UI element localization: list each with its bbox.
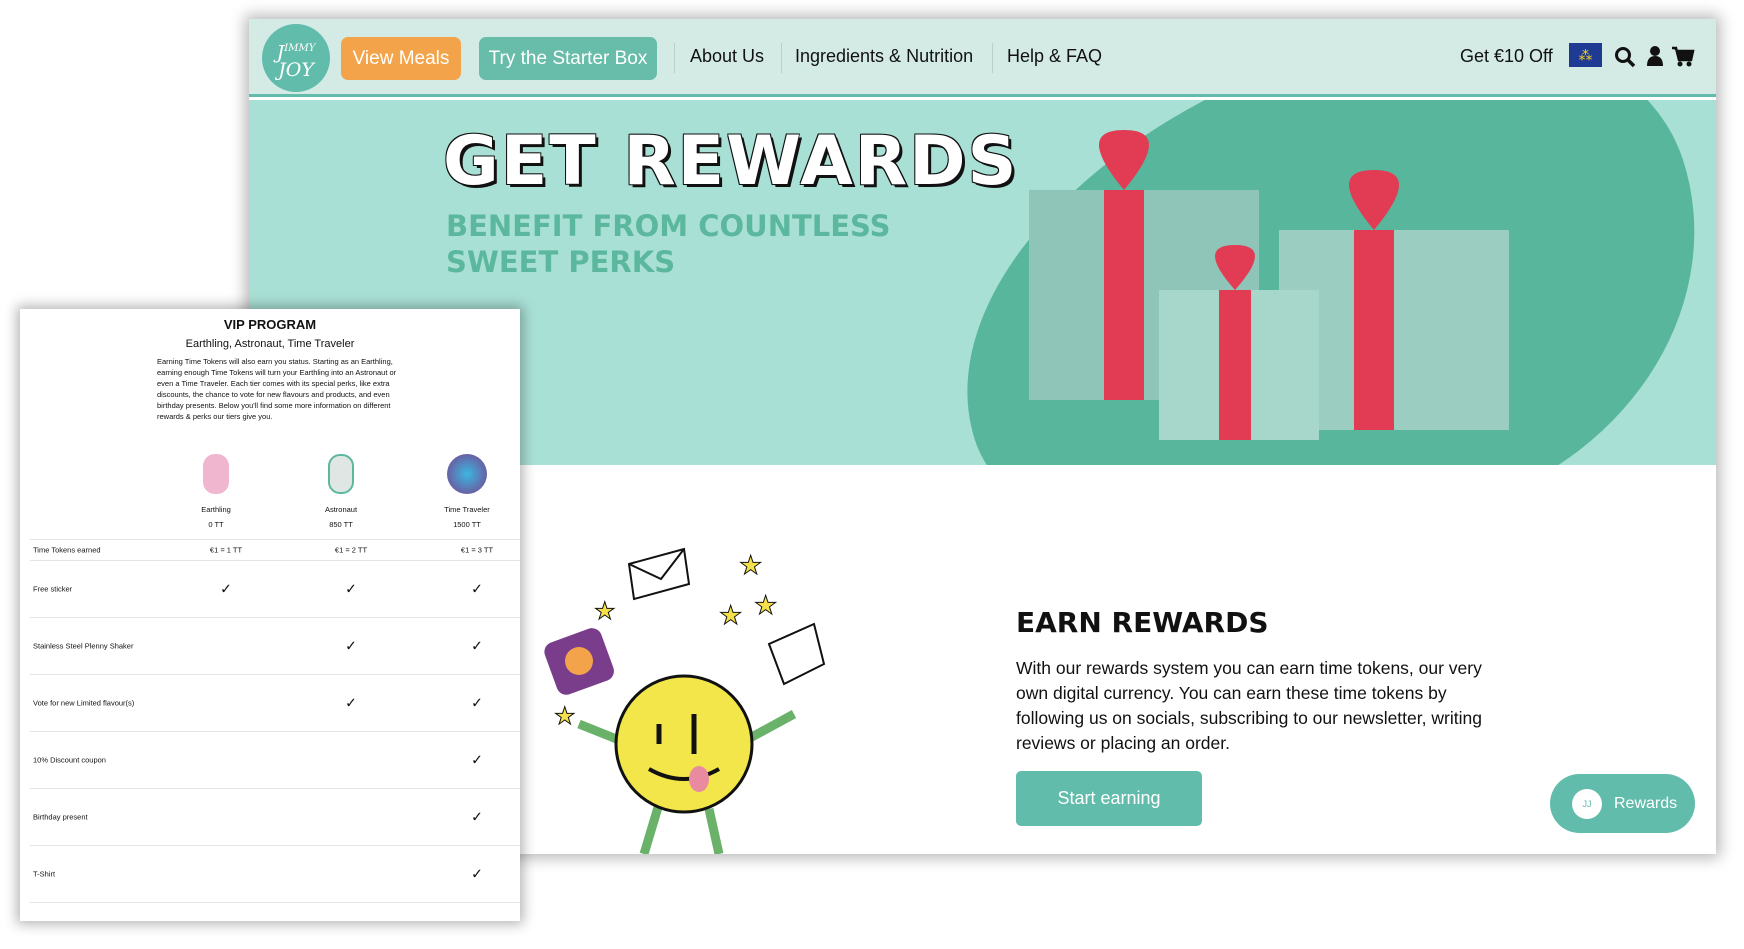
earn-rewards-title: EARN REWARDS — [1016, 606, 1269, 639]
check-icon: ✓ — [471, 751, 483, 768]
top-nav: JIMMY JOY View Meals Try the Starter Box … — [249, 19, 1716, 97]
vip-program-panel: VIP PROGRAM Earthling, Astronaut, Time T… — [20, 309, 520, 921]
table-row: Birthday present ✓ — [30, 789, 520, 846]
rate-cell: €1 = 3 TT — [460, 545, 494, 555]
row-label: Free sticker — [33, 584, 73, 594]
logo[interactable]: JIMMY JOY — [262, 24, 330, 92]
svg-text:★: ★ — [754, 590, 777, 620]
check-icon: ✓ — [345, 580, 357, 597]
start-earning-button[interactable]: Start earning — [1016, 771, 1202, 826]
nav-ingredients[interactable]: Ingredients & Nutrition — [795, 46, 973, 67]
divider — [992, 43, 993, 73]
check-icon: ✓ — [345, 637, 357, 654]
divider — [781, 43, 782, 73]
rewards-label: Rewards — [1614, 794, 1678, 812]
rate-cell: €1 = 1 TT — [209, 545, 243, 555]
user-icon[interactable] — [1646, 45, 1664, 67]
table-row: T-Shirt ✓ — [30, 846, 520, 903]
row-label: Vote for new Limited flavour(s) — [33, 698, 135, 708]
tier-astronaut: Astronaut 850 TT — [286, 454, 396, 532]
nav-about-us[interactable]: About Us — [690, 46, 764, 67]
svg-text:★: ★ — [719, 600, 742, 630]
check-icon: ✓ — [345, 694, 357, 711]
check-icon: ✓ — [471, 694, 483, 711]
tier-tokens: 1500 TT — [453, 520, 481, 529]
svg-text:★: ★ — [554, 703, 576, 730]
table-row: Stainless Steel Plenny Shaker ✓ ✓ — [30, 618, 520, 675]
tier-time-traveler: Time Traveler 1500 TT — [412, 454, 522, 532]
gift-boxes-image — [1029, 130, 1509, 440]
row-label: Birthday present — [33, 812, 88, 822]
check-icon: ✓ — [471, 637, 483, 654]
table-row: Vote for new Limited flavour(s) ✓ ✓ — [30, 675, 520, 732]
hero-title: GET REWARDS — [443, 122, 1019, 201]
row-label: 10% Discount coupon — [33, 755, 106, 765]
row-label: Time Tokens earned — [33, 545, 101, 555]
time-traveler-icon — [447, 454, 487, 494]
nav-help[interactable]: Help & FAQ — [1007, 46, 1102, 67]
svg-text:★: ★ — [739, 550, 762, 580]
row-label: T-Shirt — [33, 869, 56, 879]
table-row: 10% Discount coupon ✓ — [30, 732, 520, 789]
rate-cell: €1 = 2 TT — [334, 545, 368, 555]
tier-name: Earthling — [201, 505, 231, 514]
tier-tokens: 0 TT — [208, 520, 224, 529]
tier-tokens: 850 TT — [329, 520, 353, 529]
divider — [674, 43, 675, 73]
svg-text:★: ★ — [594, 598, 616, 625]
earthling-icon — [203, 454, 229, 494]
rewards-launcher-button[interactable]: JJ Rewards — [1550, 774, 1695, 833]
rewards-logo-icon: JJ — [1572, 788, 1602, 819]
vip-subtitle: Earthling, Astronaut, Time Traveler — [185, 338, 355, 350]
discount-link[interactable]: Get €10 Off — [1460, 46, 1553, 67]
vip-title: VIP PROGRAM — [223, 317, 317, 332]
cart-icon[interactable] — [1671, 46, 1695, 68]
coin-character-illustration: ★ ★ ★ ★ ★ — [544, 547, 826, 854]
tier-name: Astronaut — [324, 505, 358, 514]
eu-flag-icon[interactable]: ⁂ — [1569, 43, 1602, 67]
view-meals-button[interactable]: View Meals — [341, 37, 461, 80]
table-row: Free sticker ✓ ✓ ✓ — [30, 561, 520, 618]
row-label: Stainless Steel Plenny Shaker — [33, 641, 134, 651]
table-row: Time Tokens earned €1 = 1 TT €1 = 2 TT €… — [30, 539, 520, 561]
check-icon: ✓ — [471, 865, 483, 882]
search-icon[interactable] — [1614, 46, 1636, 68]
check-icon: ✓ — [471, 580, 483, 597]
check-icon: ✓ — [471, 808, 483, 825]
tier-earthling: Earthling 0 TT — [161, 454, 271, 532]
vip-description: Earning Time Tokens will also earn you s… — [157, 357, 397, 421]
tier-name: Time Traveler — [444, 505, 490, 514]
earn-rewards-text: With our rewards system you can earn tim… — [1016, 658, 1482, 753]
check-icon: ✓ — [220, 580, 232, 597]
starter-box-button[interactable]: Try the Starter Box — [479, 37, 657, 80]
hero-subtitle: BENEFIT FROM COUNTLESS SWEET PERKS — [446, 209, 891, 279]
astronaut-icon — [328, 454, 354, 494]
